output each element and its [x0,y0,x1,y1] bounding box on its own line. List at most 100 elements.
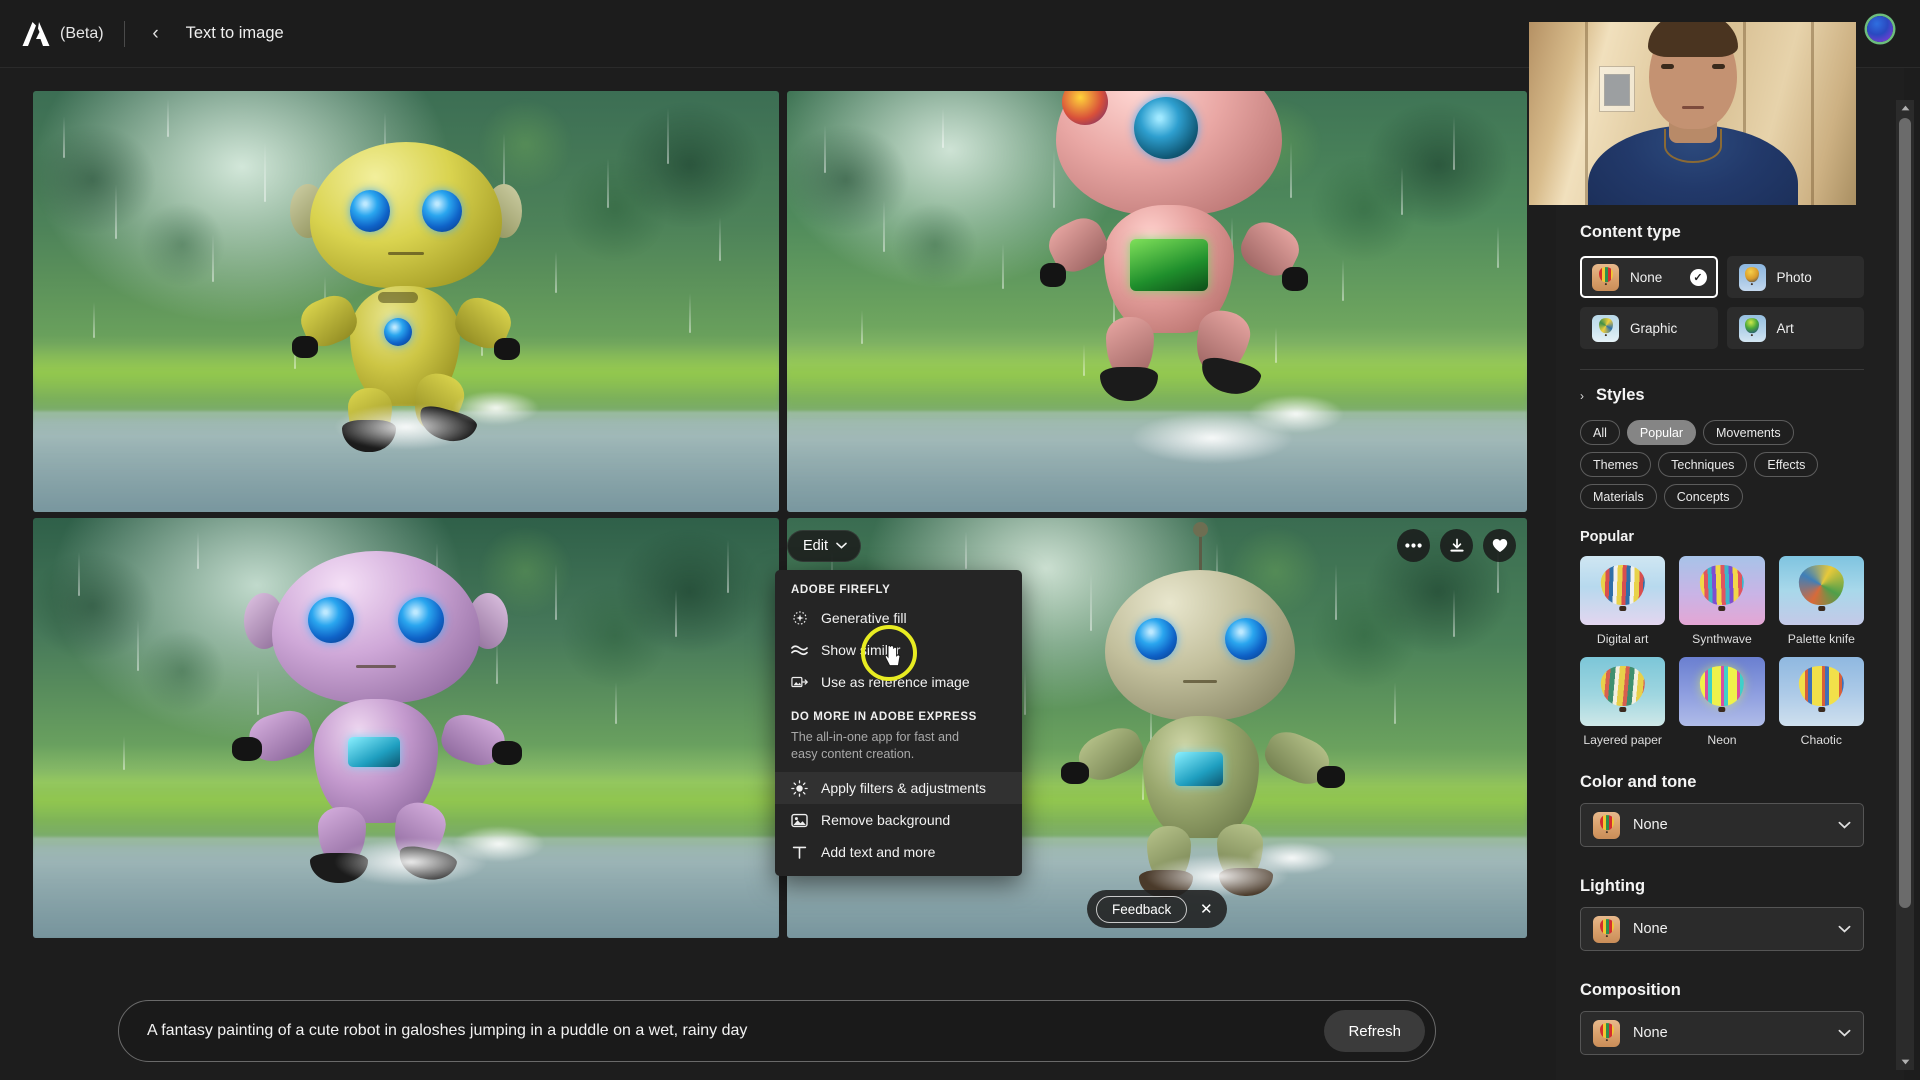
page-title: Text to image [185,24,284,42]
chevron-down-icon [836,541,847,552]
chevron-down-icon [1838,818,1851,832]
waves-icon [791,642,808,659]
style-neon[interactable]: Neon [1679,657,1765,747]
image-action-buttons [1397,529,1516,562]
chip-all[interactable]: All [1580,420,1620,445]
color-and-tone-heading: Color and tone [1580,773,1697,791]
generated-image-2[interactable] [787,91,1527,512]
thumbnail-none [1592,263,1619,291]
feedback-button[interactable]: Feedback [1096,895,1188,923]
menu-item-label: Remove background [821,812,951,828]
menu-item-apply-filters-adjustments[interactable]: Apply filters & adjustments [775,772,1022,804]
text-icon [791,844,808,861]
prompt-bar[interactable]: A fantasy painting of a cute robot in ga… [118,1000,1436,1062]
results-canvas: Edit Feedback ✕ ADOBE FIREFLY Generative… [0,68,1556,1080]
style-label: Chaotic [1800,733,1842,747]
download-icon[interactable] [1440,529,1473,562]
user-avatar[interactable] [1867,16,1893,42]
content-type-option-graphic[interactable]: Graphic [1580,307,1718,349]
menu-item-remove-background[interactable]: Remove background [775,804,1022,836]
chip-themes[interactable]: Themes [1580,452,1652,477]
style-label: Synthwave [1692,632,1752,646]
popular-styles-heading: Popular [1580,529,1634,545]
edit-button-label: Edit [803,538,828,554]
thumbnail-digital-art [1580,556,1666,625]
chevron-right-icon: › [1580,388,1584,403]
chip-movements[interactable]: Movements [1703,420,1794,445]
chip-popular[interactable]: Popular [1626,420,1696,445]
check-icon: ✓ [1689,268,1707,286]
styles-heading: Styles [1596,386,1645,404]
style-digital-art[interactable]: Digital art [1580,556,1666,646]
thumbnail-layered-paper [1580,657,1666,726]
content-type-option-art[interactable]: Art [1726,307,1864,349]
scroll-down-arrow-icon[interactable] [1896,1054,1914,1070]
thumbnail-synthwave [1679,556,1765,625]
adobe-logo-icon[interactable] [22,21,50,47]
back-chevron-icon[interactable]: ‹ [143,21,169,47]
color-and-tone-value: None [1633,817,1668,833]
refresh-button[interactable]: Refresh [1324,1010,1425,1052]
scrollbar-thumb[interactable] [1899,118,1911,908]
prompt-input[interactable]: A fantasy painting of a cute robot in ga… [147,1022,1324,1040]
composition-heading: Composition [1580,981,1681,999]
content-type-label: Photo [1776,269,1812,285]
generated-image-3[interactable] [33,518,779,938]
chevron-down-icon [1838,1026,1851,1040]
chip-materials[interactable]: Materials [1580,484,1657,509]
menu-item-use-as-reference-image[interactable]: Use as reference image [775,666,1022,698]
content-type-options: None ✓ Photo Graphic Art [1580,256,1864,349]
content-type-option-none[interactable]: None ✓ [1580,256,1718,298]
menu-item-label: Generative fill [821,610,907,626]
divider [123,20,125,47]
edit-button[interactable]: Edit [787,530,861,562]
chip-effects[interactable]: Effects [1754,452,1819,477]
chip-concepts[interactable]: Concepts [1663,484,1743,509]
composition-dropdown[interactable]: None [1580,1011,1864,1055]
thumbnail-color-tone [1593,811,1620,839]
style-filter-chips: All Popular Movements Themes Techniques … [1580,420,1864,509]
menu-item-add-text-and-more[interactable]: Add text and more [775,836,1022,868]
panel-scrollbar[interactable] [1896,100,1914,1070]
thumbnail-lighting [1593,915,1620,943]
styles-section-toggle[interactable]: › Styles [1580,386,1864,405]
close-icon[interactable]: ✕ [1195,898,1217,920]
chip-techniques[interactable]: Techniques [1658,452,1748,477]
style-chaotic[interactable]: Chaotic [1778,657,1864,747]
thumbnail-neon [1679,657,1765,726]
popular-styles-grid: Digital art Synthwave Palette knife Laye… [1580,556,1864,747]
style-layered-paper[interactable]: Layered paper [1580,657,1666,747]
style-label: Neon [1707,733,1737,747]
style-label: Digital art [1596,632,1649,646]
divider [1580,369,1864,370]
style-palette-knife[interactable]: Palette knife [1778,556,1864,646]
thumbnail-photo [1738,263,1766,291]
style-synthwave[interactable]: Synthwave [1679,556,1765,646]
brightness-icon [791,779,808,797]
content-type-label: Art [1776,320,1794,336]
chevron-down-icon [1838,922,1851,936]
favorite-heart-icon[interactable] [1483,529,1516,562]
lighting-heading: Lighting [1580,877,1646,895]
lighting-dropdown[interactable]: None [1580,907,1864,951]
thumbnail-palette-knife [1778,556,1864,625]
menu-section-firefly: ADOBE FIREFLY [791,584,891,596]
feedback-bar: Feedback ✕ [1087,890,1228,928]
scroll-up-arrow-icon[interactable] [1896,100,1914,116]
content-type-option-photo[interactable]: Photo [1726,256,1864,298]
more-options-icon[interactable] [1397,529,1430,562]
color-and-tone-dropdown[interactable]: None [1580,803,1864,847]
content-type-heading: Content type [1580,223,1681,241]
thumbnail-art [1738,314,1766,342]
edit-dropdown-menu: ADOBE FIREFLY Generative fill Show simil… [775,570,1022,876]
generated-image-1[interactable] [33,91,779,512]
menu-item-show-similar[interactable]: Show similar [775,634,1022,666]
menu-item-generative-fill[interactable]: Generative fill [775,602,1022,634]
lighting-value: None [1633,921,1668,937]
composition-value: None [1633,1025,1668,1041]
image-icon [791,812,808,829]
content-type-label: Graphic [1630,320,1678,336]
menu-item-label: Show similar [821,642,901,658]
style-label: Palette knife [1787,632,1855,646]
menu-item-label: Apply filters & adjustments [821,780,986,796]
